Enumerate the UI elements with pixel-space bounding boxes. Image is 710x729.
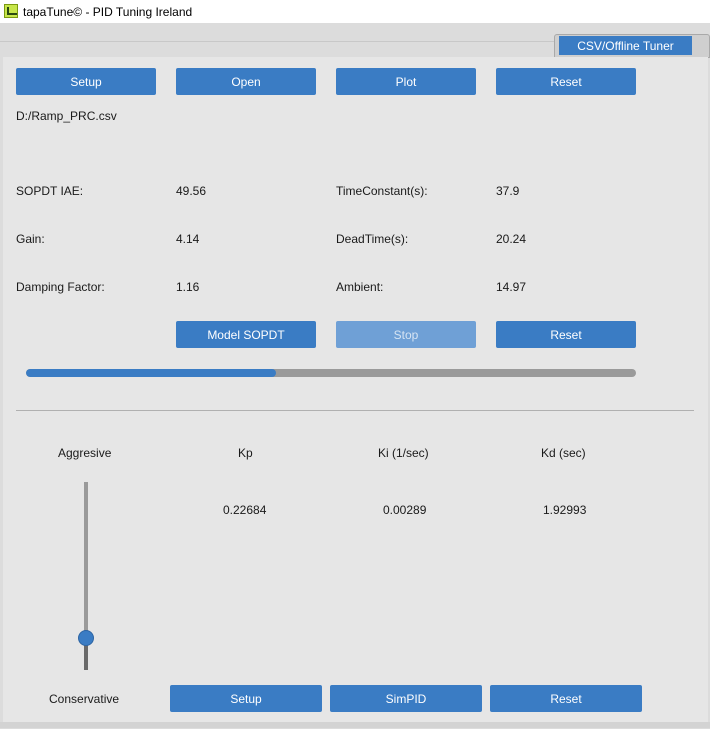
tuning-slider-handle[interactable] [78,630,94,647]
model-progress-fill [26,369,277,377]
tuner-panel [3,57,708,723]
ambient-label: Ambient: [336,280,384,294]
timeconstant-label: TimeConstant(s): [336,184,428,198]
model-progress-bar [26,369,636,377]
open-button[interactable]: Open [176,68,316,95]
title-bar: tapaTune© - PID Tuning Ireland [0,0,710,23]
damping-value: 1.16 [176,280,200,294]
plot-button[interactable]: Plot [336,68,476,95]
ambient-value: 14.97 [496,280,527,294]
timeconstant-value: 37.9 [496,184,520,198]
tab-csv-offline-tuner[interactable]: CSV/Offline Tuner [559,36,692,55]
kp-value: 0.22684 [223,503,267,517]
deadtime-label: DeadTime(s): [336,232,409,246]
window-title: tapaTune© - PID Tuning Ireland [23,5,193,19]
iae-value: 49.56 [176,184,207,198]
pid-reset-button[interactable]: Reset [490,685,642,712]
model-reset-button[interactable]: Reset [496,321,636,348]
conservative-label: Conservative [49,692,120,706]
ki-value: 0.00289 [383,503,427,517]
iae-label: SOPDT IAE: [16,184,84,198]
pid-setup-button[interactable]: Setup [170,685,322,712]
kp-label: Kp [238,446,253,460]
aggressive-label: Aggresive [58,446,112,460]
gain-value: 4.14 [176,232,200,246]
damping-label: Damping Factor: [16,280,105,294]
file-path: D:/Ramp_PRC.csv [16,109,117,123]
gain-label: Gain: [16,232,45,246]
app-icon [4,4,18,18]
setup-button[interactable]: Setup [16,68,156,95]
stop-button[interactable]: Stop [336,321,476,348]
deadtime-value: 20.24 [496,232,527,246]
reset-button[interactable]: Reset [496,68,636,95]
ki-label: Ki (1/sec) [378,446,429,460]
window-bottom-edge [0,722,710,728]
kd-label: Kd (sec) [541,446,586,460]
section-divider [16,410,694,411]
model-sopdt-button[interactable]: Model SOPDT [176,321,316,348]
simpid-button[interactable]: SimPID [330,685,482,712]
kd-value: 1.92993 [543,503,587,517]
